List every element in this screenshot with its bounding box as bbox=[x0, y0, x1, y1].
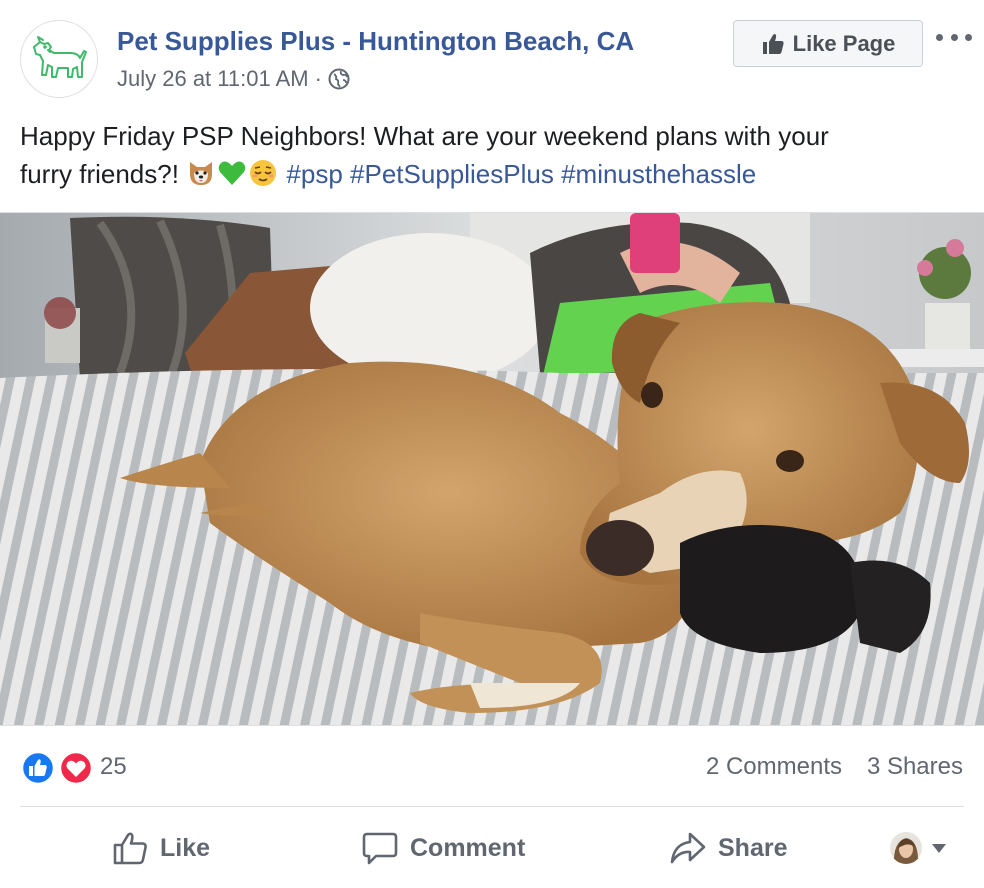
relieved-face-emoji bbox=[250, 160, 277, 186]
page-name-link[interactable]: Pet Supplies Plus - Huntington Beach, CA bbox=[117, 26, 634, 57]
action-bar: Like Comment Share bbox=[0, 818, 984, 878]
like-reaction-icon bbox=[20, 750, 56, 786]
dog-on-bed-photo bbox=[0, 213, 984, 725]
post-text-line-1: Happy Friday PSP Neighbors! What are you… bbox=[20, 121, 829, 151]
hashtag-minusthehassle[interactable]: #minusthehassle bbox=[561, 159, 756, 189]
page-avatar[interactable] bbox=[20, 20, 98, 98]
hashtag-psp[interactable]: #psp bbox=[286, 159, 342, 189]
comments-count[interactable]: 2 Comments bbox=[706, 753, 842, 781]
more-dot bbox=[965, 33, 972, 41]
post-header: Pet Supplies Plus - Huntington Beach, CA… bbox=[0, 0, 984, 112]
hashtag-petsuppliesplus[interactable]: #PetSuppliesPlus bbox=[350, 159, 554, 189]
post-text-prefix: furry friends?! bbox=[20, 159, 179, 189]
green-heart-emoji bbox=[218, 161, 246, 185]
post-as-selector[interactable] bbox=[890, 830, 952, 866]
reaction-icons[interactable] bbox=[20, 750, 94, 786]
post-text: Happy Friday PSP Neighbors! What are you… bbox=[20, 117, 970, 193]
post-photo[interactable] bbox=[0, 212, 984, 726]
post-meta: July 26 at 11:01 AM · bbox=[117, 66, 350, 92]
comment-bubble-icon bbox=[362, 832, 398, 865]
like-page-button[interactable]: Like Page bbox=[733, 20, 923, 67]
thumbs-up-outline-icon bbox=[113, 832, 147, 865]
globe-icon[interactable] bbox=[328, 68, 350, 90]
comment-button[interactable]: Comment bbox=[362, 818, 525, 878]
dog-logo-icon bbox=[33, 36, 87, 78]
chevron-down-icon bbox=[932, 843, 946, 853]
share-button[interactable]: Share bbox=[670, 818, 787, 878]
shares-count[interactable]: 3 Shares bbox=[867, 753, 963, 781]
viewer-avatar bbox=[890, 832, 922, 864]
like-button[interactable]: Like bbox=[112, 818, 210, 878]
comment-label: Comment bbox=[410, 833, 526, 862]
more-dot bbox=[950, 33, 958, 41]
post-stats: 25 2 Comments 3 Shares bbox=[0, 740, 984, 796]
like-label: Like bbox=[160, 833, 211, 862]
more-options-icon[interactable] bbox=[936, 28, 972, 46]
reaction-count[interactable]: 25 bbox=[100, 753, 127, 781]
thumbs-up-icon bbox=[762, 33, 784, 54]
love-reaction-icon bbox=[58, 750, 94, 786]
divider bbox=[20, 806, 964, 807]
post-text-line-2: furry friends?! #psp #PetSuppliesPlus #m… bbox=[20, 155, 970, 193]
share-arrow-icon bbox=[670, 832, 706, 864]
more-dot bbox=[936, 33, 943, 41]
like-page-label: Like Page bbox=[792, 30, 896, 56]
post-timestamp[interactable]: July 26 at 11:01 AM bbox=[117, 66, 309, 92]
meta-separator: · bbox=[314, 66, 322, 91]
dog-face-emoji bbox=[190, 162, 213, 185]
share-label: Share bbox=[718, 833, 788, 862]
